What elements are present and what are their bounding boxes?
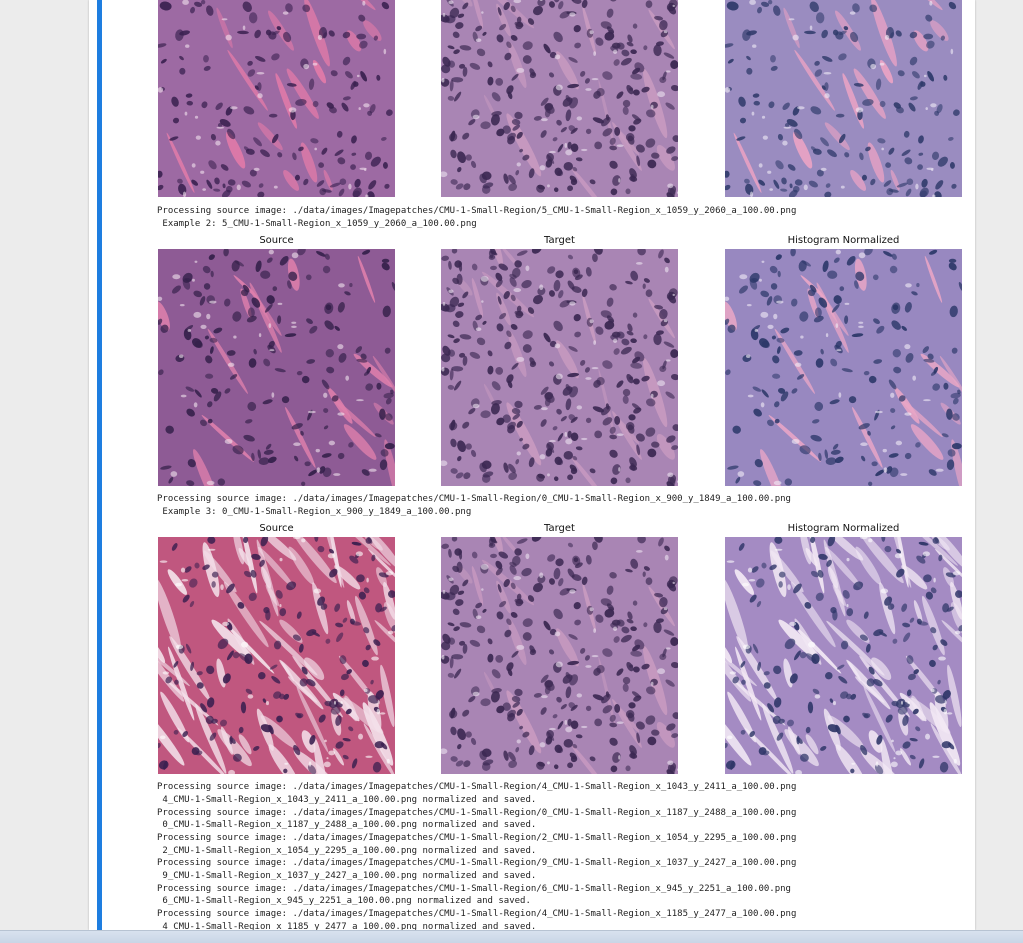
horizontal-scrollbar[interactable] xyxy=(0,930,1023,943)
cell-active-indicator[interactable] xyxy=(97,0,102,930)
target-image xyxy=(441,0,678,197)
example-label: Example 2: 5_CMU-1-Small-Region_x_1059_y… xyxy=(157,218,967,231)
cell-output-area: Processing source image: ./data/images/I… xyxy=(157,0,967,930)
tissue-patch xyxy=(441,537,678,774)
tissue-patch xyxy=(725,537,962,774)
source-title: Source xyxy=(158,235,395,247)
tissue-patch xyxy=(441,0,678,197)
log-line: Processing source image: ./data/images/I… xyxy=(157,807,967,820)
example-label: Example 3: 0_CMU-1-Small-Region_x_900_y_… xyxy=(157,506,967,519)
processing-log-line: Processing source image: ./data/images/I… xyxy=(157,205,967,218)
log-line: Processing source image: ./data/images/I… xyxy=(157,857,967,870)
tissue-patch xyxy=(158,537,395,774)
log-line: Processing source image: ./data/images/I… xyxy=(157,832,967,845)
source-image xyxy=(158,249,395,486)
log-line: 4_CMU-1-Small-Region_x_1185_y_2477_a_100… xyxy=(157,921,967,930)
normalized-image xyxy=(725,0,962,197)
target-image xyxy=(441,537,678,774)
log-line: 2_CMU-1-Small-Region_x_1054_y_2295_a_100… xyxy=(157,845,967,858)
tissue-patch xyxy=(158,0,395,197)
normalized-title: Histogram Normalized xyxy=(725,235,962,247)
source-image xyxy=(158,0,395,197)
target-image xyxy=(441,249,678,486)
log-line: 0_CMU-1-Small-Region_x_1187_y_2488_a_100… xyxy=(157,819,967,832)
target-title: Target xyxy=(441,523,678,535)
example-row-1 xyxy=(157,0,967,197)
normalized-image xyxy=(725,537,962,774)
tissue-patch xyxy=(441,249,678,486)
processing-log-line: Processing source image: ./data/images/I… xyxy=(157,493,967,506)
log-line: Processing source image: ./data/images/I… xyxy=(157,781,967,794)
log-line: 4_CMU-1-Small-Region_x_1043_y_2411_a_100… xyxy=(157,794,967,807)
tissue-patch xyxy=(725,249,962,486)
tissue-patch xyxy=(158,249,395,486)
log-line: 6_CMU-1-Small-Region_x_945_y_2251_a_100.… xyxy=(157,895,967,908)
log-line: Processing source image: ./data/images/I… xyxy=(157,908,967,921)
tissue-patch xyxy=(725,0,962,197)
target-title: Target xyxy=(441,235,678,247)
source-image xyxy=(158,537,395,774)
normalized-image xyxy=(725,249,962,486)
log-line: Processing source image: ./data/images/I… xyxy=(157,883,967,896)
source-title: Source xyxy=(158,523,395,535)
normalized-title: Histogram Normalized xyxy=(725,523,962,535)
log-line: 9_CMU-1-Small-Region_x_1037_y_2427_a_100… xyxy=(157,870,967,883)
